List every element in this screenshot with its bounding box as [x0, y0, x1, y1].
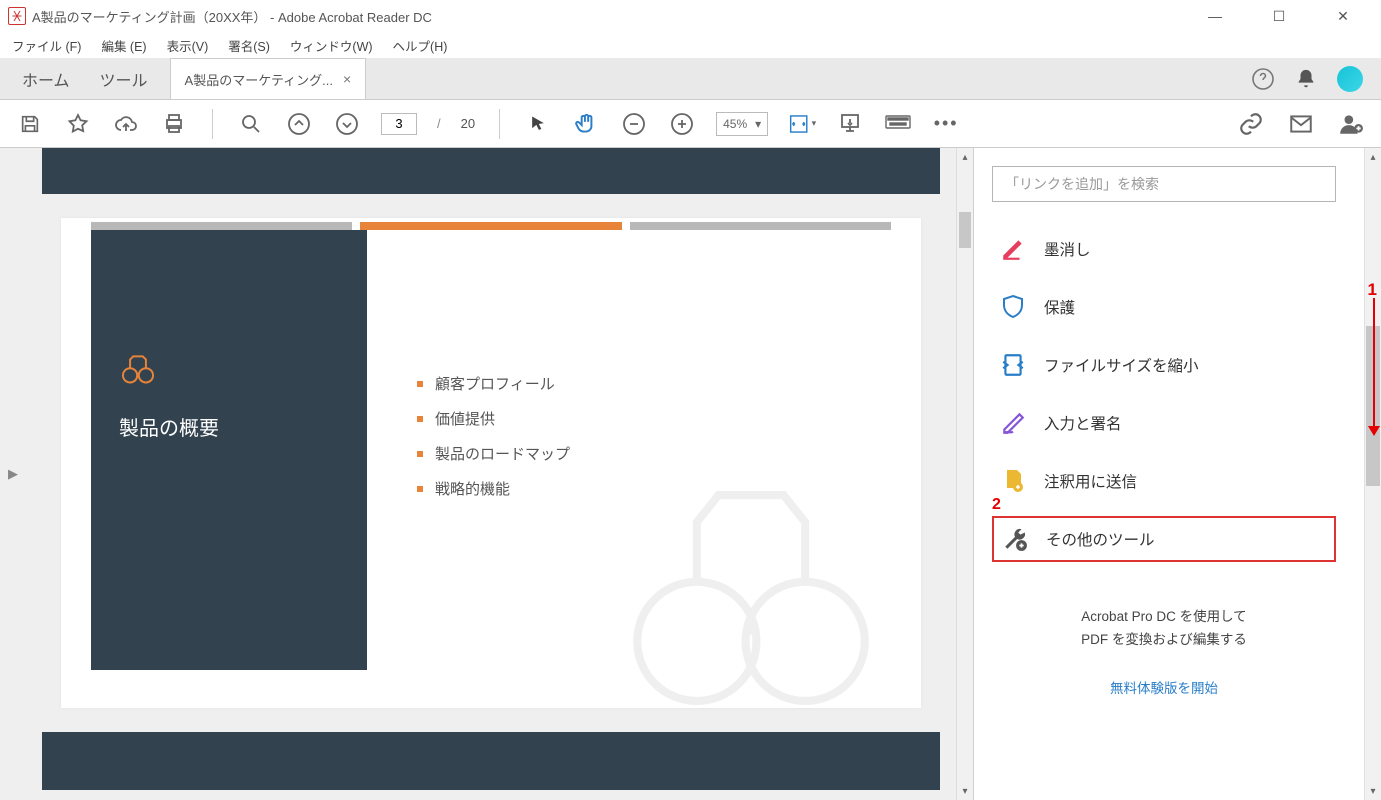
zoom-in-icon[interactable] — [668, 110, 696, 138]
nav-tools[interactable]: ツール — [100, 67, 148, 91]
annotation-1: 1 — [1368, 280, 1377, 300]
maximize-button[interactable]: ☐ — [1259, 8, 1299, 25]
sign-icon — [1000, 410, 1026, 436]
bullet-item: 価値提供 — [435, 408, 495, 429]
search-placeholder: 「リンクを追加」を検索 — [1005, 174, 1159, 194]
document-tab[interactable]: A製品のマーケティング... × — [170, 58, 367, 99]
tool-fill-sign[interactable]: 入力と署名 — [992, 400, 1336, 446]
keyboard-icon[interactable] — [884, 110, 912, 138]
doc-scrollbar[interactable]: ▴ ▾ — [956, 148, 973, 800]
tool-label: 墨消し — [1044, 238, 1091, 260]
help-icon[interactable] — [1251, 67, 1275, 91]
page-sidebar: 製品の概要 — [91, 230, 367, 670]
cloud-upload-icon[interactable] — [112, 110, 140, 138]
tool-label: ファイルサイズを縮小 — [1044, 354, 1199, 376]
page-down-icon[interactable] — [333, 110, 361, 138]
tool-more-tools[interactable]: 2 その他のツール — [992, 516, 1336, 562]
promo-link[interactable]: 無料体験版を開始 — [992, 678, 1336, 701]
content-area: ▶ 製品の概要 顧客プロフィール 価値提供 製品のロード — [0, 148, 1381, 800]
menu-view[interactable]: 表示(V) — [161, 33, 215, 58]
save-icon[interactable] — [16, 110, 44, 138]
share-link-icon[interactable] — [1237, 110, 1265, 138]
wrench-icon — [1002, 526, 1028, 552]
binoculars-icon — [119, 350, 157, 388]
separator — [212, 109, 213, 139]
watermark-binoculars-icon — [621, 468, 881, 708]
zoom-value: 45% — [723, 117, 747, 131]
read-mode-icon[interactable] — [836, 110, 864, 138]
menu-edit[interactable]: 編集 (E) — [95, 33, 152, 58]
next-page-sliver — [42, 732, 940, 790]
promo-block: Acrobat Pro DC を使用して PDF を変換および編集する 無料体験… — [992, 606, 1336, 701]
annotation-arrow — [1373, 298, 1375, 434]
window-title: A製品のマーケティング計画（20XX年） - Adobe Acrobat Rea… — [32, 7, 1195, 26]
menu-sign[interactable]: 署名(S) — [222, 33, 276, 58]
tool-protect[interactable]: 保護 — [992, 284, 1336, 330]
page-view[interactable]: 製品の概要 顧客プロフィール 価値提供 製品のロードマップ 戦略的機能 — [61, 218, 921, 708]
shield-icon — [1000, 294, 1026, 320]
bullet-list: 顧客プロフィール 価値提供 製品のロードマップ 戦略的機能 — [417, 373, 570, 513]
page-number-input[interactable] — [381, 113, 417, 135]
tool-label: 入力と署名 — [1044, 412, 1122, 434]
page-total: 20 — [461, 116, 475, 131]
close-button[interactable]: ✕ — [1323, 8, 1363, 25]
tab-label: A製品のマーケティング... — [185, 70, 333, 89]
avatar[interactable] — [1337, 66, 1363, 92]
toolbar: / 20 45% ▾ ▾ ••• — [0, 100, 1381, 148]
tool-label: 注釈用に送信 — [1044, 470, 1137, 492]
zoom-out-icon[interactable] — [620, 110, 648, 138]
star-icon[interactable] — [64, 110, 92, 138]
page-up-icon[interactable] — [285, 110, 313, 138]
hand-icon[interactable] — [572, 110, 600, 138]
tab-row: ホーム ツール A製品のマーケティング... × — [0, 58, 1381, 100]
panel-scrollbar[interactable]: ▴ ▾ — [1364, 148, 1381, 800]
menu-window[interactable]: ウィンドウ(W) — [284, 33, 379, 58]
menu-bar: ファイル (F) 編集 (E) 表示(V) 署名(S) ウィンドウ(W) ヘルプ… — [0, 32, 1381, 58]
document-pane: ▶ 製品の概要 顧客プロフィール 価値提供 製品のロード — [0, 148, 973, 800]
compress-icon — [1000, 352, 1026, 378]
menu-help[interactable]: ヘルプ(H) — [387, 33, 454, 58]
more-icon[interactable]: ••• — [932, 110, 960, 138]
promo-line2: PDF を変換および編集する — [992, 629, 1336, 652]
page-heading: 製品の概要 — [119, 412, 339, 441]
bullet-item: 顧客プロフィール — [435, 373, 555, 394]
tool-label: 保護 — [1044, 296, 1075, 318]
bell-icon[interactable] — [1295, 68, 1317, 90]
add-person-icon[interactable] — [1337, 110, 1365, 138]
left-nav-toggle[interactable]: ▶ — [0, 148, 26, 800]
chevron-down-icon: ▾ — [755, 117, 761, 131]
search-input[interactable]: 「リンクを追加」を検索 — [992, 166, 1336, 202]
app-icon — [8, 7, 26, 25]
print-icon[interactable] — [160, 110, 188, 138]
tool-label: その他のツール — [1046, 528, 1155, 550]
promo-line1: Acrobat Pro DC を使用して — [992, 606, 1336, 629]
tool-compress[interactable]: ファイルサイズを縮小 — [992, 342, 1336, 388]
annotation-2: 2 — [992, 496, 1001, 514]
nav-home[interactable]: ホーム — [22, 67, 70, 91]
search-icon[interactable] — [237, 110, 265, 138]
menu-file[interactable]: ファイル (F) — [6, 33, 87, 58]
fit-width-icon[interactable]: ▾ — [788, 110, 816, 138]
separator — [499, 109, 500, 139]
redact-icon — [1000, 236, 1026, 262]
email-icon[interactable] — [1287, 110, 1315, 138]
pointer-icon[interactable] — [524, 110, 552, 138]
prev-page-sliver — [42, 148, 940, 194]
send-comment-icon — [1000, 468, 1026, 494]
close-tab-icon[interactable]: × — [343, 71, 351, 87]
minimize-button[interactable]: — — [1195, 8, 1235, 25]
tool-redact[interactable]: 墨消し — [992, 226, 1336, 272]
bullet-item: 戦略的機能 — [435, 478, 510, 499]
title-bar: A製品のマーケティング計画（20XX年） - Adobe Acrobat Rea… — [0, 0, 1381, 32]
page-sep: / — [437, 116, 441, 131]
tool-send-comments[interactable]: 注釈用に送信 — [992, 458, 1336, 504]
zoom-select[interactable]: 45% ▾ — [716, 112, 768, 136]
bullet-item: 製品のロードマップ — [435, 443, 570, 464]
right-panel: 「リンクを追加」を検索 墨消し 保護 ファイルサイズを縮小 入力と署名 注釈用に… — [973, 148, 1381, 800]
